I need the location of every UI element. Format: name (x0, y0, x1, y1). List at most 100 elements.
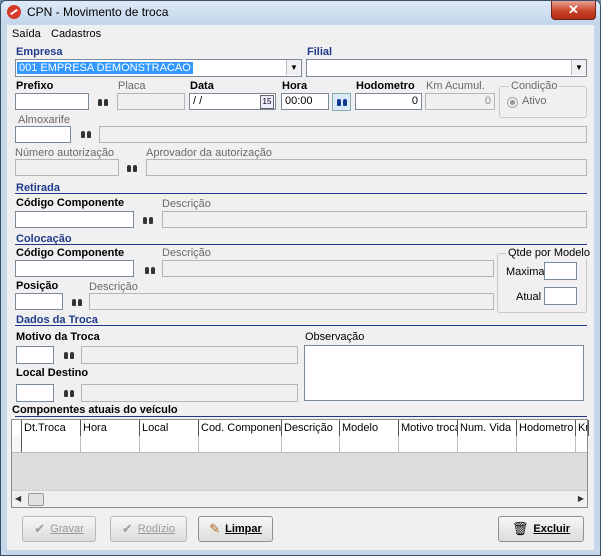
radio-ativo[interactable] (507, 97, 518, 108)
form-body: Saída Cadastros Empresa 001 EMPRESA DEMO… (7, 25, 594, 550)
rodizio-button[interactable]: ✔ Rodízio (110, 516, 187, 542)
check-icon: ✔ (34, 521, 46, 536)
search-autorizacao-icon[interactable] (122, 159, 141, 177)
row-indicator (12, 436, 22, 452)
chevron-down-icon[interactable]: ▼ (286, 60, 301, 75)
grid-corner (12, 420, 22, 436)
data-input[interactable]: / / 15 (189, 93, 276, 110)
data-value: / / (193, 95, 203, 107)
condicao-ativo-label: Ativo (522, 95, 547, 107)
hora-label: Hora (282, 80, 308, 92)
column-header[interactable]: Hora (81, 420, 140, 436)
grid-header: Dt.Troca Hora Local Cod. Componente Desc… (12, 420, 589, 437)
atual-input[interactable] (544, 287, 577, 305)
gravar-label: Gravar (50, 523, 84, 535)
horizontal-scrollbar[interactable]: ◀ ▶ (12, 490, 587, 507)
column-header[interactable]: Motivo troca (399, 420, 458, 436)
filial-label: Filial (307, 46, 333, 58)
search-retirada-icon[interactable] (138, 211, 157, 229)
scroll-right-icon[interactable]: ▶ (578, 494, 584, 503)
almoxarife-name-input (99, 126, 587, 143)
chevron-down-icon[interactable]: ▼ (571, 60, 586, 75)
excluir-label: Excluir (533, 523, 571, 535)
motivo-troca-input[interactable] (16, 346, 54, 364)
hodometro-label: Hodometro (356, 80, 415, 92)
column-header[interactable]: Cod. Componente (199, 420, 282, 436)
km-acumul-input: 0 (425, 93, 495, 110)
search-almoxarife-icon[interactable] (76, 125, 95, 143)
numero-autorizacao-label: Número autorização (15, 147, 115, 159)
search-local-icon[interactable] (59, 384, 78, 402)
prefixo-label: Prefixo (16, 80, 54, 92)
column-header[interactable]: Modelo (340, 420, 399, 436)
observacao-label: Observação (305, 331, 365, 343)
motivo-troca-label: Motivo da Troca (16, 331, 100, 343)
posicao-input[interactable] (15, 293, 63, 310)
componentes-divider (15, 416, 587, 417)
check-icon: ✔ (121, 521, 133, 536)
empresa-value: 001 EMPRESA DEMONSTRACAO (17, 62, 193, 74)
placa-label: Placa (118, 80, 146, 92)
column-header[interactable]: Descrição (282, 420, 340, 436)
empresa-select[interactable]: 001 EMPRESA DEMONSTRACAO ▼ (15, 59, 302, 77)
placa-input (117, 93, 185, 110)
local-descricao-input (81, 384, 298, 402)
local-destino-input[interactable] (16, 384, 54, 402)
retirada-codigo-input[interactable] (15, 211, 134, 228)
almoxarife-input[interactable] (15, 126, 71, 143)
search-prefixo-icon[interactable] (93, 93, 112, 111)
menu-cadastros[interactable]: Cadastros (51, 28, 101, 40)
local-destino-label: Local Destino (16, 367, 89, 379)
colocacao-codigo-label: Código Componente (16, 247, 125, 259)
retirada-codigo-label: Código Componente (16, 197, 125, 209)
gravar-button[interactable]: ✔ Gravar (22, 516, 96, 542)
radio-dot-icon (510, 100, 515, 105)
condicao-label: Condição (509, 80, 560, 92)
menu-saida[interactable]: Saída (12, 28, 41, 40)
table-row[interactable] (12, 436, 587, 453)
maxima-input[interactable] (544, 262, 577, 280)
search-colocacao-icon[interactable] (140, 261, 159, 279)
dados-troca-divider (15, 325, 587, 326)
column-header[interactable]: Km (576, 420, 589, 436)
title-bar: CPN - Movimento de troca ✕ (1, 1, 600, 23)
motivo-descricao-input (81, 346, 298, 364)
posicao-descricao-label: Descrição (89, 281, 138, 293)
empresa-label: Empresa (16, 46, 63, 58)
search-posicao-icon[interactable] (67, 293, 86, 311)
retirada-divider (15, 193, 587, 194)
column-header[interactable]: Local (140, 420, 199, 436)
posicao-descricao-input (89, 293, 494, 310)
observacao-textarea[interactable] (304, 345, 584, 401)
retirada-descricao-input (162, 211, 587, 228)
excluir-button[interactable]: 🗑 Excluir (498, 516, 584, 542)
column-header[interactable]: Hodometro V (517, 420, 576, 436)
column-header[interactable]: Num. Vida (458, 420, 517, 436)
hodometro-input[interactable]: 0 (355, 93, 422, 110)
colocacao-descricao-input (162, 260, 494, 277)
rodizio-label: Rodízio (137, 523, 176, 535)
scroll-thumb[interactable] (28, 493, 44, 506)
colocacao-divider (15, 244, 587, 245)
search-motivo-icon[interactable] (59, 346, 78, 364)
qtde-label: Qtde por Modelo (506, 247, 592, 259)
componentes-grid[interactable]: Dt.Troca Hora Local Cod. Componente Desc… (11, 419, 589, 508)
close-button[interactable]: ✕ (551, 1, 596, 20)
broom-icon: ✎ (209, 521, 221, 536)
limpar-button[interactable]: ✎ Limpar (198, 516, 273, 542)
data-label: Data (190, 80, 214, 92)
trash-icon: 🗑 (511, 521, 529, 536)
calendar-icon[interactable]: 15 (260, 95, 274, 109)
filial-select[interactable]: ▼ (306, 59, 587, 77)
posicao-label: Posição (16, 280, 59, 292)
scroll-left-icon[interactable]: ◀ (15, 494, 21, 503)
column-header[interactable]: Dt.Troca (22, 420, 81, 436)
colocacao-codigo-input[interactable] (15, 260, 134, 277)
atual-label: Atual (516, 291, 542, 303)
componentes-title: Componentes atuais do veículo (12, 404, 178, 416)
retirada-descricao-label: Descrição (162, 198, 211, 210)
clock-binoculars-icon[interactable] (332, 93, 351, 111)
limpar-label: Limpar (225, 523, 262, 535)
prefixo-input[interactable] (15, 93, 89, 110)
hora-input[interactable]: 00:00 (281, 93, 329, 110)
